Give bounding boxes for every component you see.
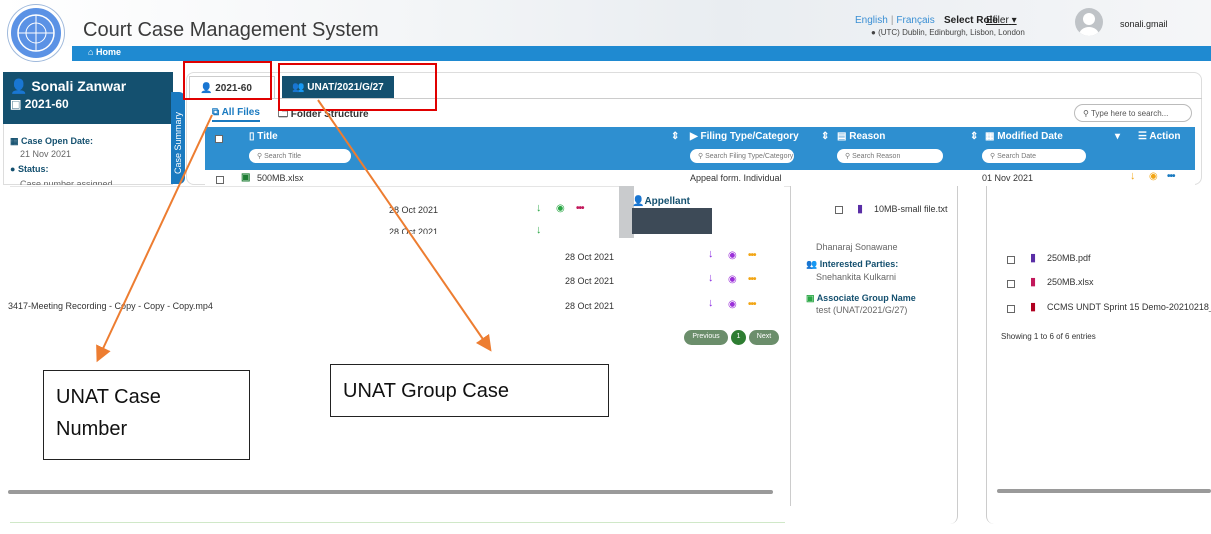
- arrow-case-number: [96, 114, 213, 363]
- callout-case-number: UNAT Case Number: [43, 370, 250, 460]
- callout-group-case: UNAT Group Case: [330, 364, 609, 417]
- arrow-group-case: [317, 99, 492, 352]
